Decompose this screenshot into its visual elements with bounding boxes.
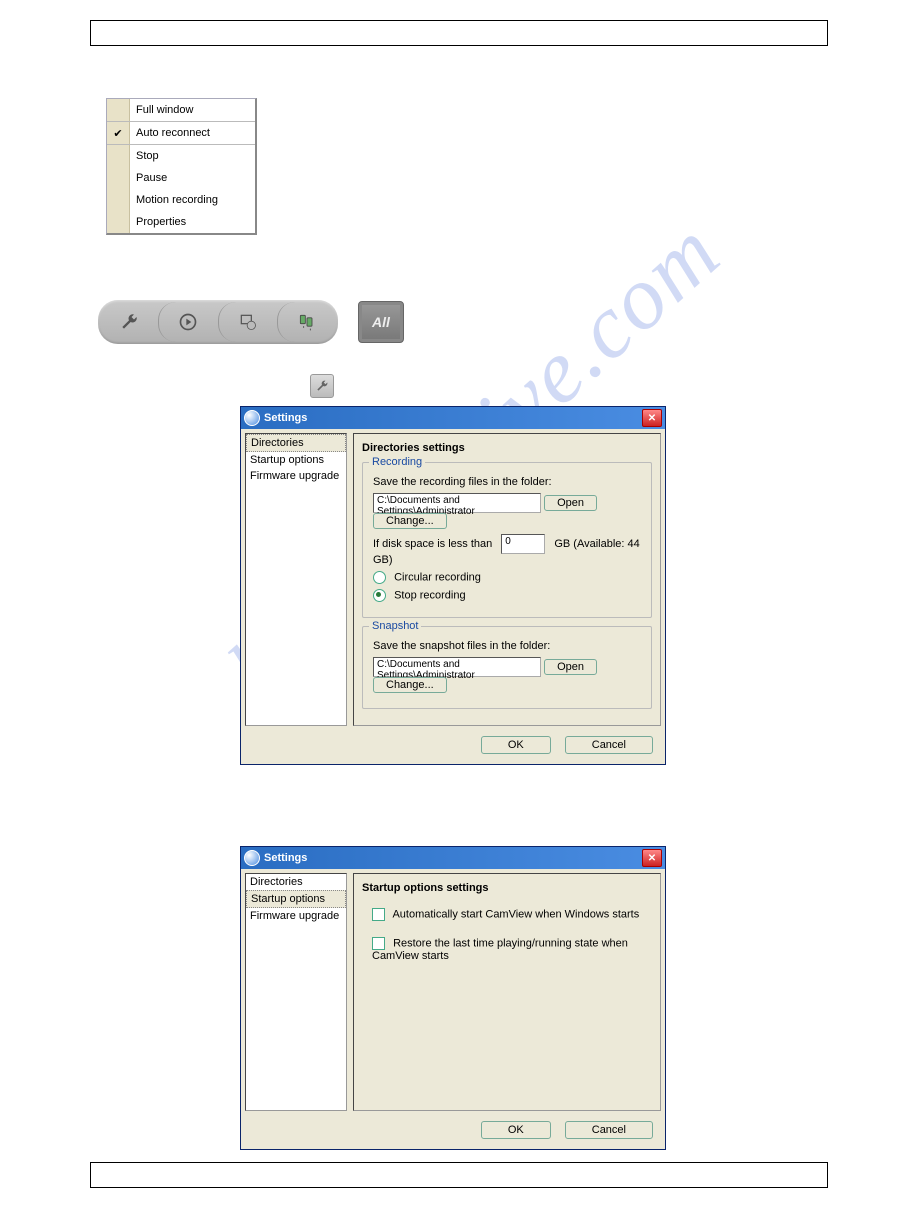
toolbar-devices-button[interactable] <box>277 302 336 342</box>
radio-circular-row[interactable]: Circular recording <box>373 571 641 584</box>
wrench-icon <box>119 312 139 332</box>
checkbox-restore-row[interactable]: Restore the last time playing/running st… <box>372 937 652 962</box>
panel-title: Startup options settings <box>362 882 652 894</box>
checkbox-restore-label: Restore the last time playing/running st… <box>372 937 628 962</box>
menu-check-area <box>107 99 130 121</box>
checkbox-autostart-row[interactable]: Automatically start CamView when Windows… <box>372 908 652 921</box>
menu-item-auto-reconnect[interactable]: ✔ Auto reconnect <box>107 122 255 144</box>
snapshot-path-input[interactable]: C:\Documents and Settings\Administrator <box>373 657 541 677</box>
radio-circular-label: Circular recording <box>394 571 481 583</box>
menu-check-area <box>107 211 130 233</box>
settings-nav: Directories Startup options Firmware upg… <box>245 433 347 726</box>
radio-icon <box>373 571 386 584</box>
snapshot-save-label: Save the snapshot files in the folder: <box>373 640 641 652</box>
menu-label: Motion recording <box>130 194 255 206</box>
menu-label: Stop <box>130 150 255 162</box>
recording-group: Recording Save the recording files in th… <box>362 462 652 618</box>
menu-item-motion-recording[interactable]: Motion recording <box>107 189 255 211</box>
close-button[interactable]: ✕ <box>642 409 662 427</box>
snapshot-open-button[interactable]: Open <box>544 659 597 675</box>
settings-panel: Directories settings Recording Save the … <box>353 433 661 726</box>
close-icon: ✕ <box>648 853 656 864</box>
wrench-icon <box>315 379 329 393</box>
menu-label: Full window <box>130 104 255 116</box>
app-icon <box>244 410 260 426</box>
toolbar-play-button[interactable] <box>158 302 217 342</box>
nav-item-directories[interactable]: Directories <box>246 434 346 452</box>
all-button[interactable]: All <box>358 301 404 343</box>
play-circle-icon <box>178 312 198 332</box>
dialog-title: Settings <box>264 852 307 864</box>
menu-label: Auto reconnect <box>130 127 255 139</box>
titlebar[interactable]: Settings ✕ <box>241 847 665 869</box>
dialog-footer: OK Cancel <box>241 730 665 764</box>
menu-check-icon: ✔ <box>107 122 130 144</box>
radio-stop-row[interactable]: Stop recording <box>373 589 641 602</box>
recording-path-input[interactable]: C:\Documents and Settings\Administrator <box>373 493 541 513</box>
toolbar-schedule-button[interactable] <box>218 302 277 342</box>
app-icon <box>244 850 260 866</box>
toolbar-pill <box>98 300 338 344</box>
settings-nav: Directories Startup options Firmware upg… <box>245 873 347 1111</box>
menu-label: Pause <box>130 172 255 184</box>
context-menu: Full window ✔ Auto reconnect Stop Pause … <box>106 98 257 235</box>
wrench-small-button[interactable] <box>310 374 334 398</box>
nav-item-startup-options[interactable]: Startup options <box>246 452 346 468</box>
devices-icon <box>297 312 317 332</box>
checkbox-icon <box>372 908 385 921</box>
menu-check-area <box>107 189 130 211</box>
menu-check-area <box>107 145 130 167</box>
menu-item-pause[interactable]: Pause <box>107 167 255 189</box>
disk-label-pre: If disk space is less than <box>373 538 492 550</box>
nav-item-firmware-upgrade[interactable]: Firmware upgrade <box>246 468 346 484</box>
menu-item-properties[interactable]: Properties <box>107 211 255 233</box>
cancel-button[interactable]: Cancel <box>565 1121 653 1139</box>
menu-item-full-window[interactable]: Full window <box>107 99 255 121</box>
settings-panel: Startup options settings Automatically s… <box>353 873 661 1111</box>
nav-item-firmware-upgrade[interactable]: Firmware upgrade <box>246 908 346 924</box>
disk-space-input[interactable]: 0 <box>501 534 545 554</box>
close-button[interactable]: ✕ <box>642 849 662 867</box>
recording-legend: Recording <box>369 456 425 468</box>
page-footer-frame <box>90 1162 828 1188</box>
ok-button[interactable]: OK <box>481 1121 551 1139</box>
nav-item-startup-options[interactable]: Startup options <box>246 890 346 908</box>
radio-stop-label: Stop recording <box>394 589 466 601</box>
cancel-button[interactable]: Cancel <box>565 736 653 754</box>
dialog-footer: OK Cancel <box>241 1115 665 1149</box>
recording-open-button[interactable]: Open <box>544 495 597 511</box>
settings-dialog-directories: Settings ✕ Directories Startup options F… <box>240 406 666 765</box>
checkbox-autostart-label: Automatically start CamView when Windows… <box>392 908 639 920</box>
snapshot-legend: Snapshot <box>369 620 421 632</box>
menu-label: Properties <box>130 216 255 228</box>
toolbar-wrench-button[interactable] <box>100 302 158 342</box>
snapshot-group: Snapshot Save the snapshot files in the … <box>362 626 652 709</box>
recording-save-label: Save the recording files in the folder: <box>373 476 641 488</box>
menu-check-area <box>107 167 130 189</box>
close-icon: ✕ <box>648 413 656 424</box>
dialog-title: Settings <box>264 412 307 424</box>
radio-icon <box>373 589 386 602</box>
panel-title: Directories settings <box>362 442 652 454</box>
calendar-disc-icon <box>238 312 258 332</box>
recording-change-button[interactable]: Change... <box>373 513 447 529</box>
ok-button[interactable]: OK <box>481 736 551 754</box>
toolbar: All <box>98 300 404 344</box>
snapshot-change-button[interactable]: Change... <box>373 677 447 693</box>
nav-item-directories[interactable]: Directories <box>246 874 346 890</box>
menu-item-stop[interactable]: Stop <box>107 145 255 167</box>
titlebar[interactable]: Settings ✕ <box>241 407 665 429</box>
checkbox-icon <box>372 937 385 950</box>
all-button-label: All <box>372 314 390 330</box>
settings-dialog-startup: Settings ✕ Directories Startup options F… <box>240 846 666 1150</box>
page-header-frame <box>90 20 828 46</box>
